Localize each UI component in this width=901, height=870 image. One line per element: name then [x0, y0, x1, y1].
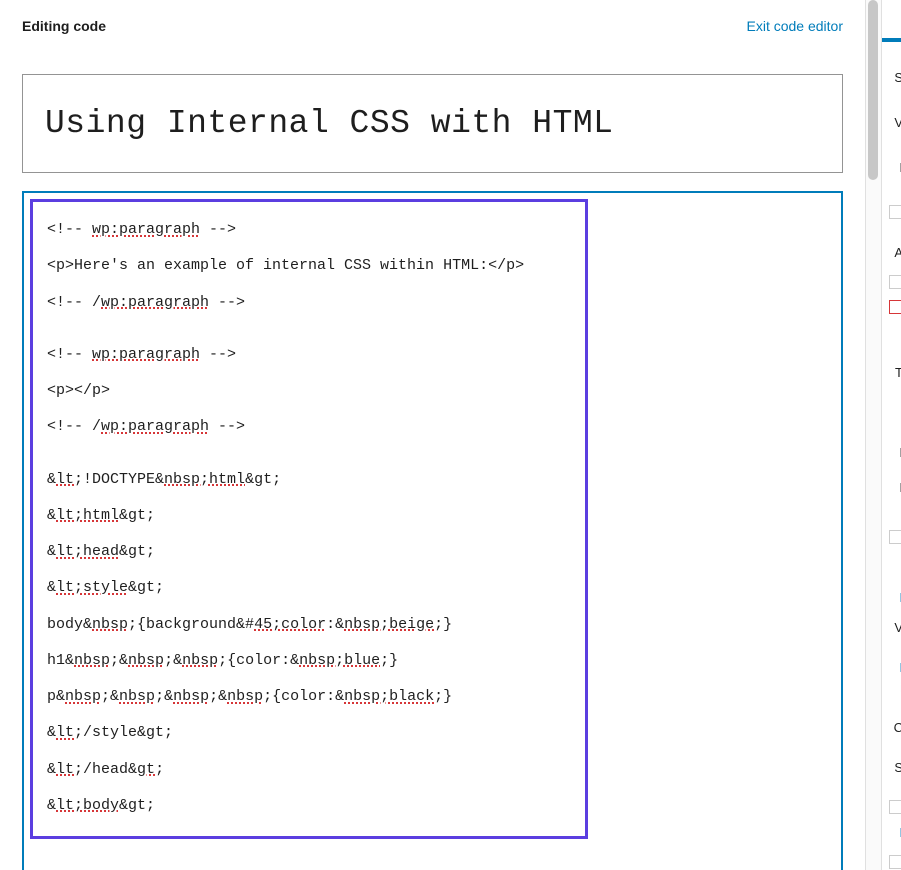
- spellcheck-span: gt: [137, 761, 155, 778]
- spellcheck-span: lt;body: [56, 797, 119, 814]
- code-line[interactable]: <!-- /wp:paragraph -->: [47, 293, 571, 313]
- code-line[interactable]: <!-- wp:paragraph -->: [47, 345, 571, 365]
- spellcheck-span: nbsp;html: [164, 471, 245, 488]
- spellcheck-span: nbsp;beige: [344, 616, 434, 633]
- spellcheck-span: nbsp;black: [344, 688, 434, 705]
- settings-sidebar-sliver: S V I A T I I I V I i C S I: [881, 0, 901, 870]
- code-line[interactable]: &lt;/style&gt;: [47, 723, 571, 743]
- code-line[interactable]: <!-- /wp:paragraph -->: [47, 417, 571, 437]
- spellcheck-span: lt: [56, 471, 74, 488]
- main-column: Editing code Exit code editor Using Inte…: [0, 0, 865, 870]
- code-editor-focus-ring[interactable]: <!-- wp:paragraph --> <p>Here's an exampl…: [22, 191, 843, 870]
- code-line[interactable]: &lt;html&gt;: [47, 506, 571, 526]
- main-scrollbar[interactable]: [865, 0, 881, 870]
- blank-line: [47, 454, 571, 470]
- code-line[interactable]: <p></p>: [47, 381, 571, 401]
- code-selection-highlight: <!-- wp:paragraph --> <p>Here's an exampl…: [30, 199, 588, 839]
- spellcheck-span: wp:paragraph: [101, 418, 209, 435]
- scroll-thumb[interactable]: [868, 0, 878, 180]
- spellcheck-span: nbsp: [119, 688, 155, 705]
- code-line[interactable]: &lt;head&gt;: [47, 542, 571, 562]
- code-line[interactable]: &lt;body&gt;: [47, 796, 571, 816]
- code-editor-content[interactable]: <!-- wp:paragraph --> <p>Here's an exampl…: [47, 220, 571, 816]
- code-line[interactable]: &lt;!DOCTYPE&nbsp;html&gt;: [47, 470, 571, 490]
- post-title-text[interactable]: Using Internal CSS with HTML: [45, 105, 820, 142]
- spellcheck-span: lt;style: [56, 579, 128, 596]
- code-line[interactable]: h1&nbsp;&nbsp;&nbsp;{color:&nbsp;blue;}: [47, 651, 571, 671]
- code-line[interactable]: &lt;/head&gt;: [47, 760, 571, 780]
- main-scroll[interactable]: Editing code Exit code editor Using Inte…: [0, 0, 865, 870]
- spellcheck-span: lt;html: [56, 507, 119, 524]
- spellcheck-span: 45;color: [254, 616, 326, 633]
- code-line[interactable]: body&nbsp;{background&#45;color:&nbsp;be…: [47, 615, 571, 635]
- spellcheck-span: nbsp;blue: [299, 652, 380, 669]
- spellcheck-span: nbsp: [74, 652, 110, 669]
- code-line[interactable]: <!-- wp:paragraph -->: [47, 220, 571, 240]
- spellcheck-span: nbsp: [227, 688, 263, 705]
- code-line[interactable]: p&nbsp;&nbsp;&nbsp;&nbsp;{color:&nbsp;bl…: [47, 687, 571, 707]
- code-line[interactable]: <p>Here's an example of internal CSS wit…: [47, 256, 571, 276]
- spellcheck-span: lt: [56, 724, 74, 741]
- blank-line: [47, 329, 571, 345]
- spellcheck-span: nbsp: [92, 616, 128, 633]
- spellcheck-span: nbsp: [128, 652, 164, 669]
- spellcheck-span: nbsp: [173, 688, 209, 705]
- spellcheck-span: nbsp: [182, 652, 218, 669]
- spellcheck-span: nbsp: [65, 688, 101, 705]
- spellcheck-span: lt: [56, 761, 74, 778]
- exit-code-editor-link[interactable]: Exit code editor: [747, 18, 844, 34]
- active-tab-underline: [882, 38, 901, 42]
- spellcheck-span: wp:paragraph: [92, 221, 200, 238]
- spellcheck-span: wp:paragraph: [101, 294, 209, 311]
- code-line[interactable]: &lt;style&gt;: [47, 578, 571, 598]
- spellcheck-span: lt;head: [56, 543, 119, 560]
- editing-code-label: Editing code: [22, 18, 106, 34]
- editor-topbar: Editing code Exit code editor: [0, 0, 865, 34]
- app-container: Editing code Exit code editor Using Inte…: [0, 0, 901, 870]
- spellcheck-span: wp:paragraph: [92, 346, 200, 363]
- post-title-box[interactable]: Using Internal CSS with HTML: [22, 74, 843, 173]
